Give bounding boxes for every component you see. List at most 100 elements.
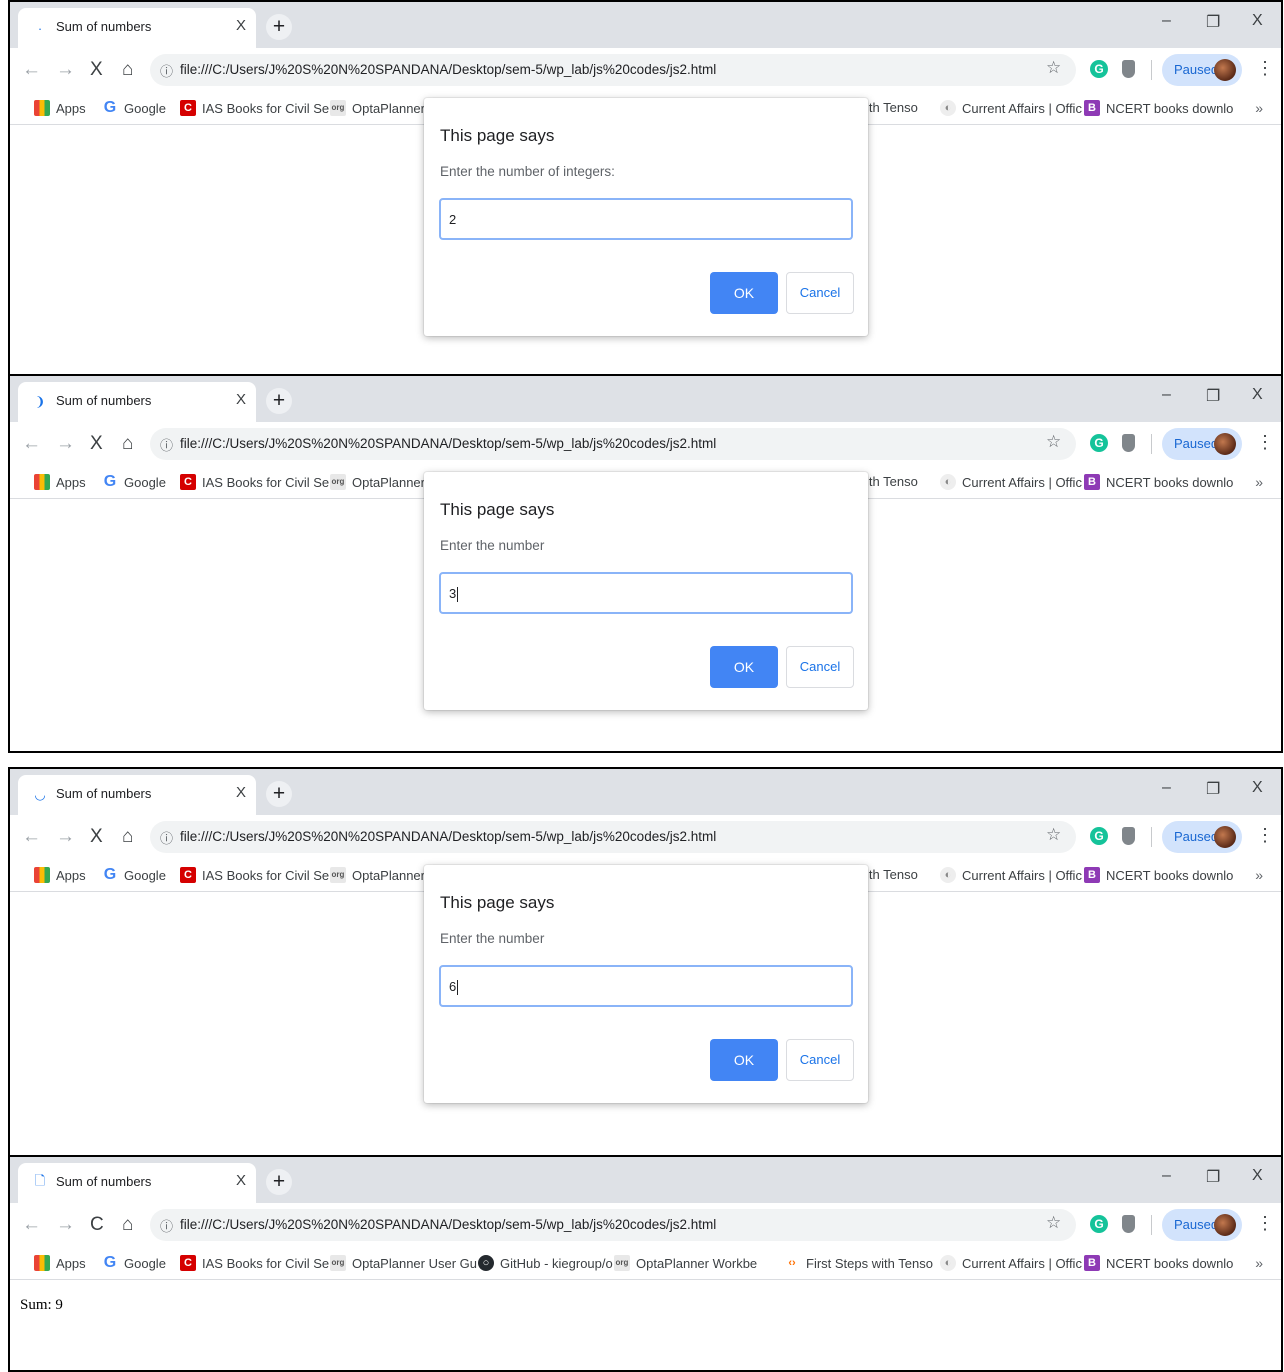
window-close-icon[interactable]: X (1252, 1167, 1263, 1185)
back-icon[interactable]: ← (22, 826, 41, 848)
menu-icon[interactable]: ⋮ (1256, 58, 1274, 79)
bookmark-item[interactable]: G Google (102, 867, 166, 883)
menu-icon[interactable]: ⋮ (1256, 432, 1274, 453)
profile-button[interactable]: Paused (1162, 54, 1242, 86)
bookmark-item[interactable]: org OptaPlanner User Gu (330, 1255, 477, 1271)
back-icon[interactable]: ← (22, 433, 41, 455)
cancel-button[interactable]: Cancel (786, 1039, 854, 1081)
shield-extension-icon[interactable] (1122, 60, 1135, 78)
bookmark-item[interactable]: Apps (34, 1255, 86, 1271)
ok-button[interactable]: OK (710, 272, 778, 314)
shield-extension-icon[interactable] (1122, 434, 1135, 452)
menu-icon[interactable]: ⋮ (1256, 825, 1274, 846)
site-info-icon[interactable]: ⓘ (160, 61, 173, 80)
ok-button[interactable]: OK (710, 1039, 778, 1081)
profile-button[interactable]: Paused (1162, 428, 1242, 460)
bookmark-item[interactable]: ith Tenso (866, 474, 918, 489)
bookmark-item[interactable]: ◐ Current Affairs | Offic (940, 867, 1082, 883)
new-tab-button[interactable]: + (266, 14, 292, 40)
forward-icon[interactable]: → (56, 1214, 75, 1236)
bookmark-item[interactable]: ◐ Current Affairs | Offic (940, 1255, 1082, 1271)
bookmark-item[interactable]: ith Tenso (866, 867, 918, 882)
restore-icon[interactable]: ❐ (1206, 779, 1220, 799)
bookmark-item[interactable]: B NCERT books downlo (1084, 1255, 1233, 1271)
tab-close-icon[interactable]: X (236, 391, 246, 408)
menu-icon[interactable]: ⋮ (1256, 1213, 1274, 1234)
grammarly-extension-icon[interactable]: G (1090, 1215, 1108, 1233)
bookmark-item[interactable]: C IAS Books for Civil Se (180, 100, 329, 116)
bookmark-item[interactable]: ◐ Current Affairs | Offic (940, 474, 1082, 490)
bookmark-item[interactable]: Apps (34, 100, 86, 116)
stop-icon[interactable]: X (90, 433, 103, 455)
more-bookmarks-icon[interactable]: » (1255, 1255, 1263, 1271)
bookmark-item[interactable]: B NCERT books downlo (1084, 867, 1233, 883)
grammarly-extension-icon[interactable]: G (1090, 60, 1108, 78)
home-icon[interactable]: ⌂ (122, 826, 133, 848)
restore-icon[interactable]: ❐ (1206, 386, 1220, 406)
bookmark-star-icon[interactable]: ☆ (1046, 58, 1061, 78)
window-close-icon[interactable]: X (1252, 779, 1263, 797)
bookmark-item[interactable]: G Google (102, 1255, 166, 1271)
minimize-icon[interactable]: – (1162, 12, 1171, 30)
bookmark-item[interactable]: ‹› First Steps with Tenso (784, 1255, 933, 1271)
bookmark-star-icon[interactable]: ☆ (1046, 825, 1061, 845)
bookmark-item[interactable]: org OptaPlanner Workbe (614, 1255, 757, 1271)
bookmark-item[interactable]: org OptaPlanner U (330, 867, 438, 883)
minimize-icon[interactable]: – (1162, 1167, 1171, 1185)
minimize-icon[interactable]: – (1162, 779, 1171, 797)
new-tab-button[interactable]: + (266, 781, 292, 807)
address-bar[interactable]: ⓘ file:///C:/Users/J%20S%20N%20SPANDANA/D… (150, 428, 1076, 460)
home-icon[interactable]: ⌂ (122, 59, 133, 81)
more-bookmarks-icon[interactable]: » (1255, 474, 1263, 490)
cancel-button[interactable]: Cancel (786, 646, 854, 688)
tab-sum-of-numbers[interactable]: ❩ Sum of numbers X (18, 382, 256, 422)
profile-button[interactable]: Paused (1162, 1209, 1242, 1241)
tab-close-icon[interactable]: X (236, 17, 246, 34)
forward-icon[interactable]: → (56, 433, 75, 455)
more-bookmarks-icon[interactable]: » (1255, 100, 1263, 116)
window-close-icon[interactable]: X (1252, 12, 1263, 30)
bookmark-item[interactable]: C IAS Books for Civil Se (180, 1255, 329, 1271)
bookmark-item[interactable]: Apps (34, 867, 86, 883)
bookmark-item[interactable]: G Google (102, 100, 166, 116)
site-info-icon[interactable]: ⓘ (160, 828, 173, 847)
grammarly-extension-icon[interactable]: G (1090, 827, 1108, 845)
shield-extension-icon[interactable] (1122, 827, 1135, 845)
restore-icon[interactable]: ❐ (1206, 12, 1220, 32)
tab-sum-of-numbers[interactable]: · Sum of numbers X (18, 8, 256, 48)
bookmark-item[interactable]: ◐ Current Affairs | Offic (940, 100, 1082, 116)
forward-icon[interactable]: → (56, 59, 75, 81)
window-close-icon[interactable]: X (1252, 386, 1263, 404)
ok-button[interactable]: OK (710, 646, 778, 688)
bookmark-item[interactable]: B NCERT books downlo (1084, 100, 1233, 116)
bookmark-item[interactable]: Apps (34, 474, 86, 490)
bookmark-item[interactable]: ith Tenso (866, 100, 918, 115)
reload-icon[interactable]: C (90, 1214, 104, 1236)
home-icon[interactable]: ⌂ (122, 1214, 133, 1236)
bookmark-item[interactable]: C IAS Books for Civil Se (180, 867, 329, 883)
address-bar[interactable]: ⓘ file:///C:/Users/J%20S%20N%20SPANDANA/D… (150, 821, 1076, 853)
cancel-button[interactable]: Cancel (786, 272, 854, 314)
bookmark-star-icon[interactable]: ☆ (1046, 1213, 1061, 1233)
tab-sum-of-numbers[interactable]: 🗋 Sum of numbers X (18, 1163, 256, 1203)
restore-icon[interactable]: ❐ (1206, 1167, 1220, 1187)
site-info-icon[interactable]: ⓘ (160, 1216, 173, 1235)
bookmark-item[interactable]: G Google (102, 474, 166, 490)
tab-close-icon[interactable]: X (236, 784, 246, 801)
shield-extension-icon[interactable] (1122, 1215, 1135, 1233)
bookmark-item[interactable]: org OptaPlanner U (330, 100, 438, 116)
grammarly-extension-icon[interactable]: G (1090, 434, 1108, 452)
tab-sum-of-numbers[interactable]: ◡ Sum of numbers X (18, 775, 256, 815)
profile-button[interactable]: Paused (1162, 821, 1242, 853)
stop-icon[interactable]: X (90, 59, 103, 81)
back-icon[interactable]: ← (22, 59, 41, 81)
home-icon[interactable]: ⌂ (122, 433, 133, 455)
stop-icon[interactable]: X (90, 826, 103, 848)
bookmark-item[interactable]: org OptaPlanner U (330, 474, 438, 490)
site-info-icon[interactable]: ⓘ (160, 435, 173, 454)
back-icon[interactable]: ← (22, 1214, 41, 1236)
minimize-icon[interactable]: – (1162, 386, 1171, 404)
address-bar[interactable]: ⓘ file:///C:/Users/J%20S%20N%20SPANDANA/D… (150, 1209, 1076, 1241)
address-bar[interactable]: ⓘ file:///C:/Users/J%20S%20N%20SPANDANA/D… (150, 54, 1076, 86)
more-bookmarks-icon[interactable]: » (1255, 867, 1263, 883)
